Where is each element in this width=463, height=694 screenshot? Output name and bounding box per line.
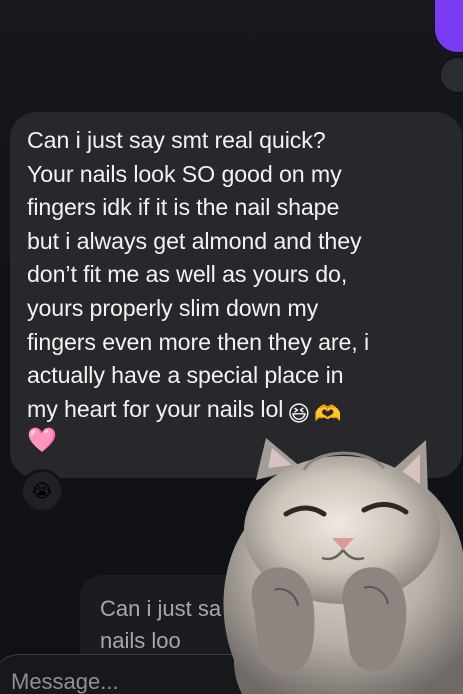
message-body: Can i just say smt real quick? Your nail… <box>27 127 370 422</box>
sent-message-bubble[interactable] <box>435 0 463 52</box>
cat-sticker-icon <box>223 438 463 694</box>
chat-screen: Can i just say smt real quick? Your nail… <box>0 0 463 694</box>
reaction-badge[interactable]: 😭 <box>20 469 64 513</box>
message-text: Can i just say smt real quick? Your nail… <box>27 124 440 455</box>
reaction-badge-peek[interactable] <box>439 56 463 94</box>
crying-emoji-icon: 😭 <box>31 481 53 501</box>
